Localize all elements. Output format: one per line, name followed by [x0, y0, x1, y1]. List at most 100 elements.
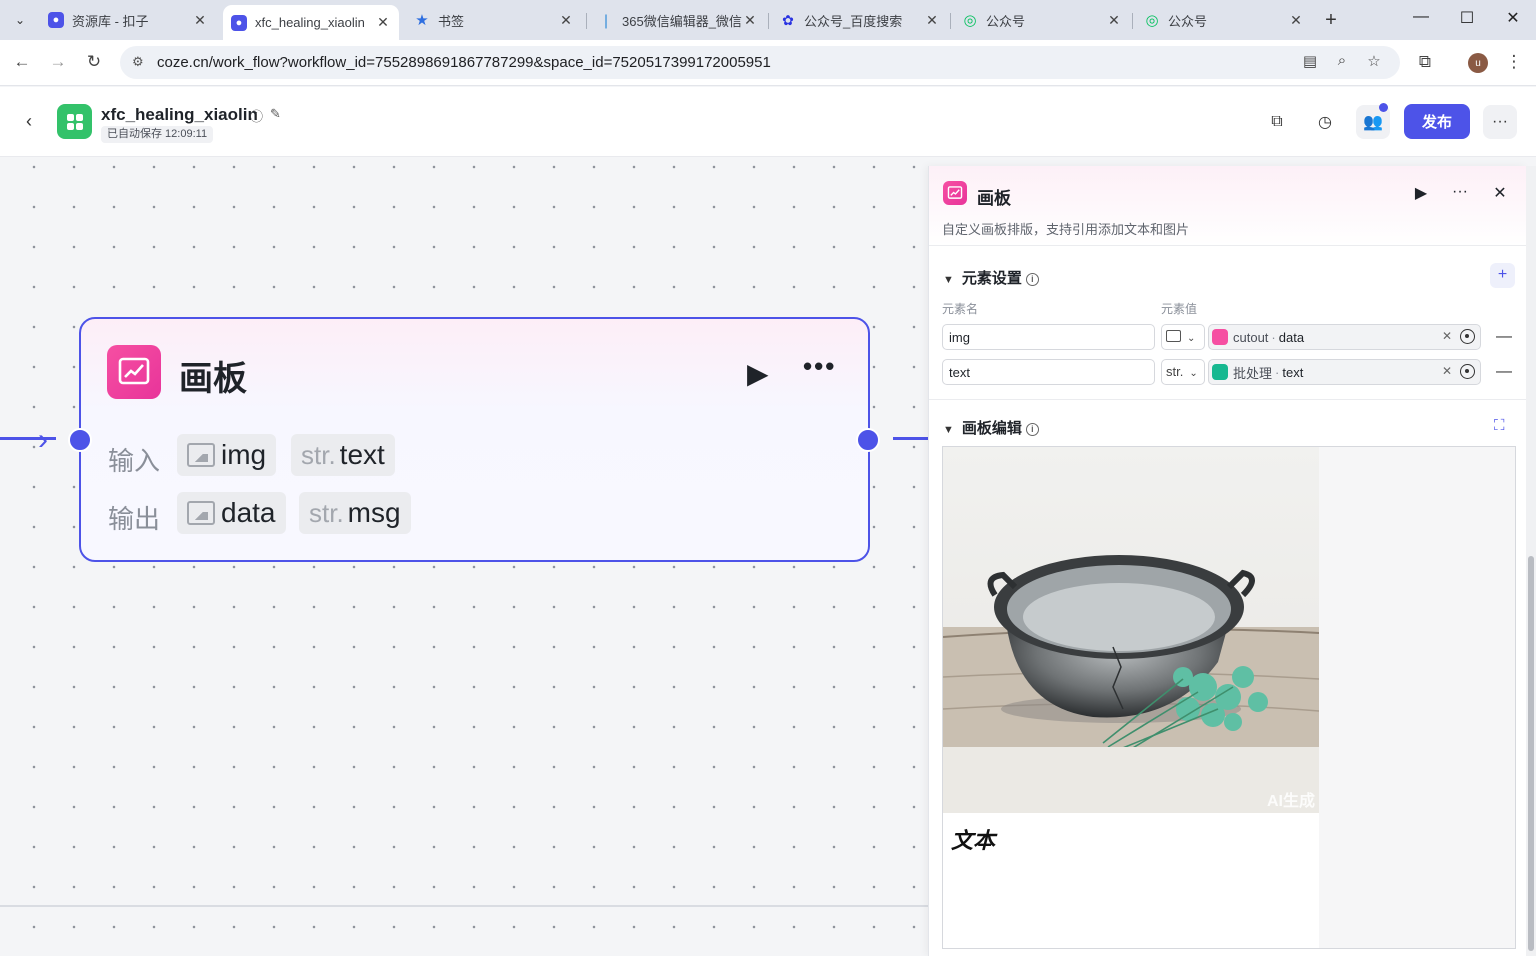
element-type-select[interactable]: str. ⌄	[1161, 359, 1205, 385]
close-tab-icon[interactable]: ✕	[742, 12, 758, 29]
browser-tab-7[interactable]: ◎ 公众号 ✕	[1136, 5, 1312, 35]
copy-icon[interactable]: ⧉	[1260, 105, 1294, 139]
new-tab-button[interactable]: +	[1320, 9, 1342, 32]
clear-icon[interactable]: ✕	[1442, 329, 1452, 343]
remove-element-button[interactable]: —	[1496, 328, 1512, 346]
editor-favicon-icon: ❘	[600, 11, 612, 28]
fullscreen-icon[interactable]: ⛶	[1494, 417, 1505, 434]
close-tab-icon[interactable]: ✕	[1106, 12, 1122, 29]
info-icon[interactable]: i	[1025, 423, 1039, 436]
canvas-node[interactable]: 画板 ▶ ••• 输入 img str. text 输出 data str. m…	[79, 317, 870, 562]
url-text[interactable]: coze.cn/work_flow?workflow_id=7552898691…	[157, 54, 771, 71]
panel-description: 自定义画板排版，支持引用添加文本和图片	[942, 222, 1190, 237]
site-settings-icon[interactable]: ⚙	[132, 54, 144, 70]
element-type-select[interactable]: ⌄	[1161, 324, 1205, 350]
wechat-favicon-icon: ◎	[1145, 12, 1159, 29]
image-type-icon	[187, 501, 215, 525]
output-label: 输出	[108, 504, 161, 534]
more-menu-icon[interactable]: ···	[1483, 105, 1517, 139]
element-name-input[interactable]: text	[942, 359, 1155, 385]
board-section-toggle[interactable]: ▼ 画板编辑 i	[943, 417, 1039, 438]
panel-more-icon[interactable]: ···	[1449, 183, 1471, 201]
node-more-icon[interactable]: •••	[803, 351, 836, 382]
node-title: 画板	[179, 360, 247, 398]
target-icon[interactable]	[1460, 329, 1475, 344]
browser-tab-5[interactable]: ✿ 公众号_百度搜索 ✕	[772, 5, 948, 35]
collaborators-button[interactable]: 👥	[1356, 103, 1390, 139]
outgoing-edge[interactable]	[893, 437, 928, 440]
reload-icon[interactable]: ↻	[83, 52, 105, 74]
board-canvas[interactable]: AI生成 文本	[943, 447, 1319, 948]
close-tab-icon[interactable]: ✕	[1288, 12, 1304, 29]
cutout-node-icon	[1212, 329, 1228, 345]
browser-tab-1[interactable]: ● 资源库 - 扣子 ✕	[40, 5, 216, 35]
coze-favicon-icon: ●	[231, 14, 247, 31]
address-bar[interactable]: ⚙ coze.cn/work_flow?workflow_id=75528986…	[120, 46, 1400, 79]
forward-arrow-icon[interactable]: →	[47, 52, 69, 74]
input-label: 输入	[108, 446, 161, 476]
output-chip-msg: str. msg	[299, 492, 411, 534]
info-icon[interactable]: ⓘ	[250, 106, 263, 125]
board-text-element[interactable]: 文本	[951, 823, 995, 855]
back-chevron-icon[interactable]: ‹	[26, 111, 32, 132]
close-tab-icon[interactable]: ✕	[558, 12, 574, 29]
edit-icon[interactable]: ✎	[270, 106, 281, 122]
minimize-button[interactable]: —	[1406, 8, 1436, 32]
notify-badge	[1379, 103, 1388, 112]
panel-scrollbar[interactable]	[1526, 166, 1536, 956]
info-icon[interactable]: i	[1025, 273, 1039, 286]
elements-section-toggle[interactable]: ▼ 元素设置 i	[943, 267, 1039, 288]
run-node-icon[interactable]: ▶	[747, 357, 769, 390]
element-value-ref[interactable]: 批处理 · text ✕	[1208, 359, 1481, 385]
batch-node-icon	[1212, 364, 1228, 380]
chevron-down-icon: ▼	[943, 274, 954, 286]
browser-tab-6[interactable]: ◎ 公众号 ✕	[954, 5, 1130, 35]
board-editor[interactable]: AI生成 文本	[942, 446, 1516, 949]
run-icon[interactable]: ▶	[1410, 183, 1432, 203]
extensions-icon[interactable]: ⧉	[1414, 52, 1436, 74]
chevron-down-icon: ⌄	[1189, 368, 1198, 379]
clipboard-icon[interactable]: ▤	[1300, 52, 1320, 70]
zoom-icon[interactable]: ⌕	[1332, 52, 1352, 69]
back-arrow-icon[interactable]: ←	[11, 52, 33, 74]
close-window-button[interactable]: ✕	[1498, 8, 1528, 32]
remove-element-button[interactable]: —	[1496, 363, 1512, 381]
autosave-status: 已自动保存 12:09:11	[101, 126, 214, 143]
workflow-logo-icon	[57, 104, 92, 139]
input-chip-img: img	[177, 434, 277, 476]
chevron-down-icon: ⌄	[1187, 333, 1196, 344]
add-element-button[interactable]: +	[1490, 263, 1515, 288]
scrollbar-thumb[interactable]	[1528, 556, 1534, 951]
element-name-input[interactable]: img	[942, 324, 1155, 350]
browser-tab-3[interactable]: ★ 书签 ✕	[406, 5, 582, 35]
tab-search-icon[interactable]: ⌄	[6, 7, 34, 33]
browser-menu-icon[interactable]: ⋮	[1503, 52, 1525, 74]
input-chip-text: str. text	[291, 434, 395, 476]
target-icon[interactable]	[1460, 364, 1475, 379]
history-icon[interactable]: ◷	[1308, 105, 1342, 139]
maximize-button[interactable]: ☐	[1452, 8, 1482, 32]
bookmark-star-icon[interactable]: ☆	[1364, 52, 1384, 70]
input-port[interactable]	[68, 428, 92, 452]
canvas-divider	[0, 905, 928, 907]
panel-header: 画板 自定义画板排版，支持引用添加文本和图片 ▶ ··· ✕	[929, 166, 1527, 246]
close-panel-icon[interactable]: ✕	[1489, 183, 1511, 203]
browser-tab-4[interactable]: ❘ 365微信编辑器_微信 ✕	[590, 5, 766, 35]
element-value-ref[interactable]: cutout · data ✕	[1208, 324, 1481, 350]
close-tab-icon[interactable]: ✕	[192, 12, 208, 29]
close-tab-icon[interactable]: ✕	[924, 12, 940, 29]
chevron-down-icon: ▼	[943, 424, 954, 436]
publish-button[interactable]: 发布	[1404, 104, 1470, 139]
clear-icon[interactable]: ✕	[1442, 364, 1452, 378]
output-port[interactable]	[856, 428, 880, 452]
panel-title: 画板	[977, 189, 1011, 208]
string-type-icon: str.	[309, 497, 344, 528]
ai-generated-watermark: AI生成	[1266, 793, 1315, 810]
browser-tab-2[interactable]: ● xfc_healing_xiaolin ✕	[223, 5, 399, 40]
wechat-favicon-icon: ◎	[963, 12, 977, 29]
board-image[interactable]: AI生成	[943, 447, 1319, 813]
profile-avatar[interactable]: u	[1468, 53, 1488, 73]
image-type-icon	[187, 443, 215, 467]
close-tab-icon[interactable]: ✕	[375, 14, 391, 31]
output-chip-data: data	[177, 492, 286, 534]
